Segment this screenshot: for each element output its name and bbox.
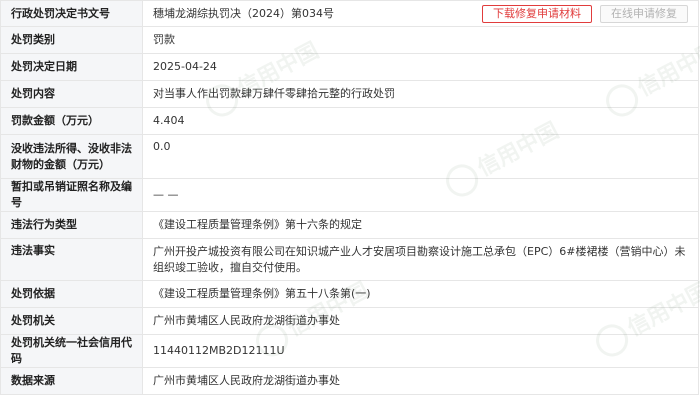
value-decision-number: 穗埔龙湖综执罚决（2024）第034号 bbox=[153, 6, 334, 20]
label-violation-type: 违法行为类型 bbox=[0, 211, 143, 239]
penalty-detail-panel: 行政处罚决定书文号 穗埔龙湖综执罚决（2024）第034号 下载修复申请材料 在… bbox=[0, 0, 700, 417]
value-violation-facts: 广州开投产城投资有限公司在知识城产业人才安居项目勘察设计施工总承包（EPC）6#… bbox=[142, 238, 699, 281]
value-penalty-category: 罚款 bbox=[142, 26, 699, 54]
label-penalty-content: 处罚内容 bbox=[0, 80, 143, 108]
value-authority-credit-code: 11440112MB2D12111U bbox=[142, 334, 699, 368]
value-license-revocation: — — bbox=[142, 178, 699, 212]
label-data-source: 数据来源 bbox=[0, 367, 143, 395]
row-decision-number: 行政处罚决定书文号 穗埔龙湖综执罚决（2024）第034号 下载修复申请材料 在… bbox=[0, 0, 699, 27]
row-penalty-content: 处罚内容 对当事人作出罚款肆万肆仟零肆拾元整的行政处罚 bbox=[0, 80, 699, 108]
row-penalty-authority: 处罚机关 广州市黄埔区人民政府龙湖街道办事处 bbox=[0, 307, 699, 335]
label-confiscation-amount: 没收违法所得、没收非法财物的金额（万元） bbox=[0, 134, 143, 179]
label-fine-amount: 罚款金额（万元） bbox=[0, 107, 143, 135]
label-violation-facts: 违法事实 bbox=[0, 238, 143, 281]
row-decision-date: 处罚决定日期 2025-04-24 bbox=[0, 53, 699, 81]
value-penalty-authority: 广州市黄埔区人民政府龙湖街道办事处 bbox=[142, 307, 699, 335]
label-penalty-basis: 处罚依据 bbox=[0, 280, 143, 308]
value-penalty-content: 对当事人作出罚款肆万肆仟零肆拾元整的行政处罚 bbox=[142, 80, 699, 108]
row-fine-amount: 罚款金额（万元） 4.404 bbox=[0, 107, 699, 135]
label-decision-number: 行政处罚决定书文号 bbox=[0, 0, 143, 27]
repair-actions: 下载修复申请材料 在线申请修复 bbox=[482, 4, 688, 23]
value-violation-type: 《建设工程质量管理条例》第十六条的规定 bbox=[142, 211, 699, 239]
value-confiscation-amount: 0.0 bbox=[142, 134, 699, 179]
label-authority-credit-code: 处罚机关统一社会信用代码 bbox=[0, 334, 143, 368]
row-data-source: 数据来源 广州市黄埔区人民政府龙湖街道办事处 bbox=[0, 367, 699, 395]
row-confiscation-amount: 没收违法所得、没收非法财物的金额（万元） 0.0 bbox=[0, 134, 699, 179]
value-decision-date: 2025-04-24 bbox=[142, 53, 699, 81]
row-penalty-category: 处罚类别 罚款 bbox=[0, 26, 699, 54]
label-decision-date: 处罚决定日期 bbox=[0, 53, 143, 81]
value-penalty-basis: 《建设工程质量管理条例》第五十八条第(一) bbox=[142, 280, 699, 308]
download-repair-materials-button[interactable]: 下载修复申请材料 bbox=[482, 4, 592, 23]
label-license-revocation: 暂扣或吊销证照名称及编号 bbox=[0, 178, 143, 212]
row-violation-facts: 违法事实 广州开投产城投资有限公司在知识城产业人才安居项目勘察设计施工总承包（E… bbox=[0, 238, 699, 281]
online-repair-apply-button[interactable]: 在线申请修复 bbox=[600, 4, 688, 23]
row-violation-type: 违法行为类型 《建设工程质量管理条例》第十六条的规定 bbox=[0, 211, 699, 239]
value-fine-amount: 4.404 bbox=[142, 107, 699, 135]
row-authority-credit-code: 处罚机关统一社会信用代码 11440112MB2D12111U bbox=[0, 334, 699, 368]
row-license-revocation: 暂扣或吊销证照名称及编号 — — bbox=[0, 178, 699, 212]
row-penalty-basis: 处罚依据 《建设工程质量管理条例》第五十八条第(一) bbox=[0, 280, 699, 308]
label-penalty-authority: 处罚机关 bbox=[0, 307, 143, 335]
label-penalty-category: 处罚类别 bbox=[0, 26, 143, 54]
penalty-detail-table: 行政处罚决定书文号 穗埔龙湖综执罚决（2024）第034号 下载修复申请材料 在… bbox=[0, 0, 699, 395]
value-data-source: 广州市黄埔区人民政府龙湖街道办事处 bbox=[142, 367, 699, 395]
